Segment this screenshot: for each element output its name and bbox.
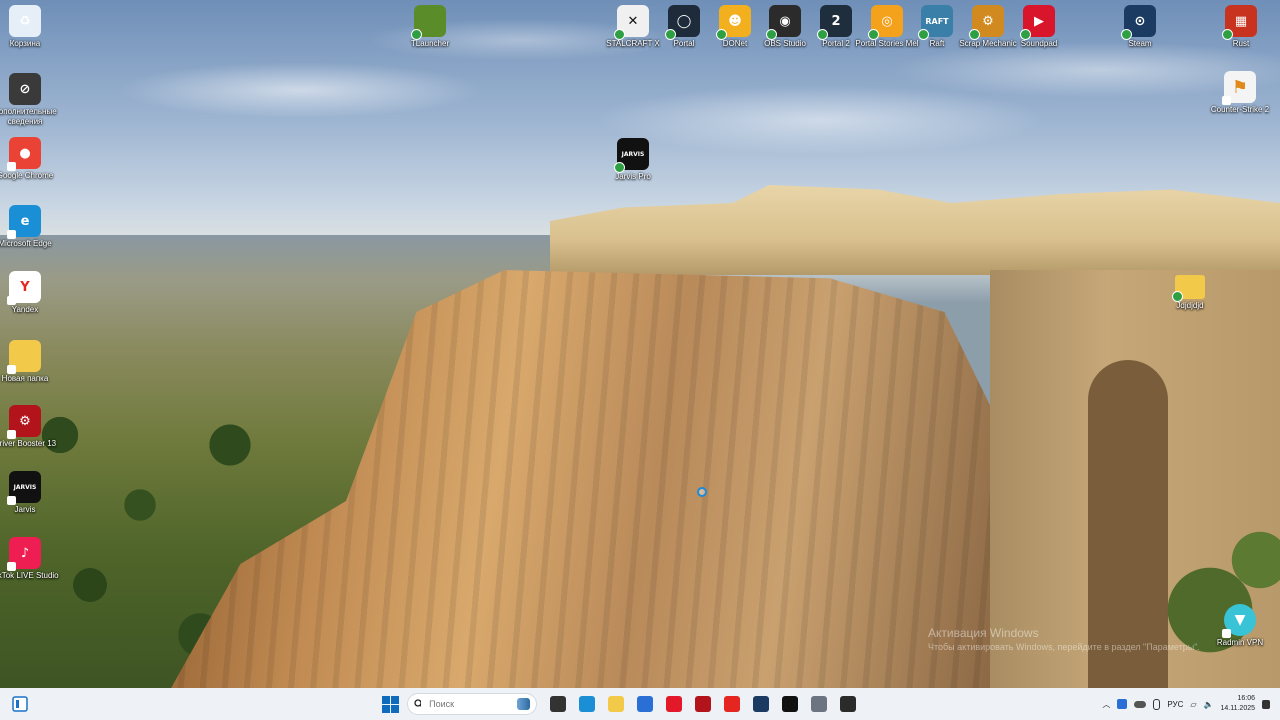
volume-icon[interactable]: 🔈 xyxy=(1204,700,1214,709)
date-text: 14.11.2025 xyxy=(1220,705,1255,712)
recycle-bin-icon: ♻ xyxy=(9,5,41,37)
jarvis-task-icon[interactable] xyxy=(782,696,798,712)
radmin-vpn-icon: ▼ xyxy=(1222,604,1256,638)
folder-icon xyxy=(7,340,41,374)
edge-task-icon[interactable] xyxy=(579,696,595,712)
show-hidden-icons-icon[interactable]: ︿ xyxy=(1102,699,1110,710)
tlauncher-icon xyxy=(411,5,446,40)
desktop-icon-folder[interactable]: Новая папка xyxy=(0,340,60,384)
steam-task-icon[interactable] xyxy=(753,696,769,712)
desktop-icon-driver-booster[interactable]: ⚙ Driver Booster 13 xyxy=(0,405,60,449)
icon-label: Yandex xyxy=(11,305,39,314)
desktop-icon-recycle-bin[interactable]: ♻ Корзина xyxy=(0,5,60,49)
desktop-icon-steam[interactable]: ⊙ Steam xyxy=(1105,5,1175,49)
start-button[interactable] xyxy=(378,692,402,716)
search-icon xyxy=(414,699,422,708)
clock[interactable]: 16:06 14.11.2025 xyxy=(1220,694,1255,714)
icon-label: Новая папка xyxy=(1,374,49,383)
stalcraft-icon: ✕ xyxy=(614,5,649,40)
youtube-icon[interactable] xyxy=(666,696,682,712)
desktop-icon-yandex[interactable]: Y Yandex xyxy=(0,271,60,315)
steam-icon: ⊙ xyxy=(1121,5,1156,40)
desktop-icon-folder-right[interactable]: Jdjdjdjd xyxy=(1155,275,1225,311)
trees xyxy=(1140,500,1280,688)
yandex-task-icon[interactable] xyxy=(724,696,740,712)
obs-icon: ◉ xyxy=(766,5,801,40)
jarvis-pro-icon: JARVIS xyxy=(614,138,649,173)
icon-label: Дополнительные сведения xyxy=(0,107,57,126)
windows-logo-icon xyxy=(381,695,399,713)
watermark-text: Чтобы активировать Windows, перейдите в … xyxy=(928,642,1200,652)
busy-cursor-icon xyxy=(697,487,707,497)
onedrive-icon[interactable] xyxy=(1134,700,1147,708)
search-input[interactable] xyxy=(427,698,512,710)
icon-label: Soundpad xyxy=(1020,39,1058,48)
icon-label: Google Chrome xyxy=(0,171,54,180)
portal-icon: ◯ xyxy=(665,5,700,40)
time-text: 16:06 xyxy=(1237,695,1255,702)
folder-icon xyxy=(1172,275,1205,302)
windows-activation-watermark: Активация Windows Чтобы активировать Win… xyxy=(928,626,1200,652)
driver-booster-icon: ⚙ xyxy=(7,405,41,439)
donet-icon: ☻ xyxy=(716,5,751,40)
desktop-icon-system-info[interactable]: ⊘ Дополнительные сведения xyxy=(0,73,60,127)
watermark-title: Активация Windows xyxy=(928,626,1039,640)
file-explorer-icon[interactable] xyxy=(608,696,624,712)
icon-label: Radmin VPN xyxy=(1216,638,1264,647)
icon-label: Microsoft Edge xyxy=(0,239,52,248)
taskbar-center xyxy=(378,692,856,716)
desktop-icon-chrome[interactable]: ● Google Chrome xyxy=(0,137,60,181)
icon-label: Корзина xyxy=(9,39,41,48)
obs-task-icon[interactable] xyxy=(840,696,856,712)
microphone-icon[interactable] xyxy=(1153,698,1161,710)
rust-icon: ▦ xyxy=(1222,5,1257,40)
desktop-icon-edge[interactable]: e Microsoft Edge xyxy=(0,205,60,249)
network-app-icon[interactable] xyxy=(1117,699,1128,709)
desktop-icon-jarvis-pro[interactable]: JARVIS Jarvis Pro xyxy=(598,138,668,182)
icon-label: TLauncher xyxy=(410,39,450,48)
system-info-icon: ⊘ xyxy=(9,73,41,105)
language-indicator[interactable]: РУС xyxy=(1167,700,1183,709)
settings-icon[interactable] xyxy=(811,696,827,712)
widgets-button[interactable] xyxy=(12,696,28,712)
chrome-icon: ● xyxy=(7,137,41,171)
desktop-icon-jarvis[interactable]: JARVIS Jarvis xyxy=(0,471,60,515)
icon-label: Rust xyxy=(1232,39,1250,48)
portal2-icon: 2 xyxy=(817,5,852,40)
record-app-icon[interactable] xyxy=(695,696,711,712)
icon-label: Counter-Strike 2 xyxy=(1210,105,1270,114)
wifi-icon[interactable]: ▱ xyxy=(1190,700,1196,709)
jarvis-icon: JARVIS xyxy=(7,471,41,505)
desktop-icon-tlauncher[interactable]: TLauncher xyxy=(395,5,465,49)
icon-label: TikTok LIVE Studio xyxy=(0,571,59,580)
desktop-icon-tiktok-live[interactable]: ♪TikTok LIVE Studio xyxy=(0,537,60,581)
notifications-icon[interactable] xyxy=(1262,699,1270,709)
desktop-wallpaper xyxy=(0,0,1280,688)
icon-label: Jarvis Pro xyxy=(615,172,651,181)
file-explorer-dark-icon[interactable] xyxy=(550,696,566,712)
search-box[interactable] xyxy=(407,693,537,715)
icon-label: Jarvis xyxy=(14,505,36,514)
edge-icon: e xyxy=(7,205,41,239)
yandex-icon: Y xyxy=(7,271,41,305)
raft-icon: RAFT xyxy=(918,5,953,40)
widgets-icon xyxy=(12,696,28,712)
desktop-icon-radmin[interactable]: ▼ Radmin VPN xyxy=(1205,604,1275,648)
icon-label: Jdjdjdjd xyxy=(1176,301,1204,310)
counter-strike-icon: ⚑ xyxy=(1222,71,1256,105)
system-tray: ︿ РУС ▱ 🔈 16:06 14.11.2025 xyxy=(1102,688,1270,720)
soundpad-icon: ▶ xyxy=(1020,5,1055,40)
taskbar: ︿ РУС ▱ 🔈 16:06 14.11.2025 xyxy=(0,688,1280,720)
desktop-icon-counter-strike[interactable]: ⚑ Counter-Strike 2 xyxy=(1205,71,1275,115)
tiktok-live-icon: ♪ xyxy=(7,537,41,571)
desktop-icon-rust[interactable]: ▦ Rust xyxy=(1206,5,1276,49)
store-icon[interactable] xyxy=(637,696,653,712)
portal-stories-icon: ◎ xyxy=(868,5,903,40)
icon-label: Steam xyxy=(1128,39,1152,48)
search-highlight-icon xyxy=(517,698,530,710)
icon-label: Driver Booster 13 xyxy=(0,439,57,448)
scrap-mechanic-icon: ⚙ xyxy=(969,5,1004,40)
desktop-icon-soundpad[interactable]: ▶ Soundpad xyxy=(1004,5,1074,49)
